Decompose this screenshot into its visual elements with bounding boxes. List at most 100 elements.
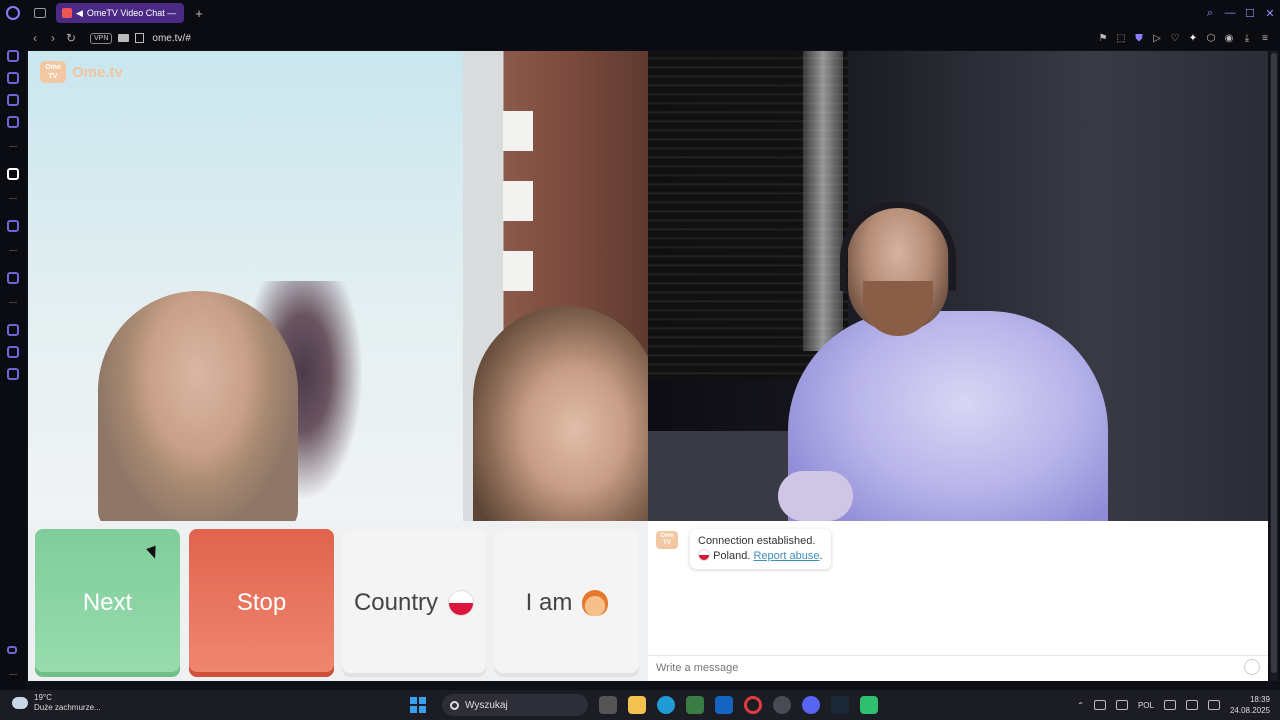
sidebar-divider [9, 198, 17, 199]
shield-icon[interactable]: ⛊ [1130, 33, 1148, 44]
minimize-icon[interactable]: — [1220, 7, 1240, 19]
clock[interactable]: 18:39 24.08.2025 [1230, 694, 1270, 716]
speaker-icon[interactable]: ◀ [76, 8, 83, 19]
message-input[interactable] [648, 655, 1268, 679]
browser-tab-bar: ◀ OmeTV Video Chat — + ⌕ — ☐ ✕ [0, 0, 1280, 26]
chat-panel: Ome TV Connection established. Poland. R… [648, 521, 1268, 681]
address-bar: ‹ › ↻ VPN ome.tv/# ⚑ ⬚ ⛊ ▷ ♡ ✦ ⬡ ◉ ⤓ ≡ [26, 26, 1280, 50]
window-controls: ⌕ — ☐ ✕ [1200, 0, 1280, 26]
time: 18:39 [1249, 695, 1270, 704]
display-icon[interactable] [1163, 700, 1176, 710]
chatgpt-icon[interactable] [773, 696, 791, 714]
windows-start-icon[interactable] [410, 697, 426, 713]
store-icon[interactable] [686, 696, 704, 714]
snapshot-icon[interactable]: ⬚ [1112, 33, 1130, 44]
task-view-icon[interactable] [599, 696, 617, 714]
easy-setup-icon[interactable]: ≡ [1256, 33, 1274, 44]
tv-logo-icon: Ome TV [40, 61, 66, 83]
back-icon[interactable]: ‹ [26, 31, 44, 45]
messenger-icon[interactable] [7, 116, 19, 128]
gender-button[interactable]: I am [495, 529, 639, 677]
headset-icon [840, 201, 956, 291]
tray-app-icon[interactable] [1093, 700, 1106, 710]
logo-text: Ome.tv [72, 63, 123, 81]
aria-icon[interactable] [7, 50, 19, 62]
poland-flag-icon [448, 590, 475, 616]
history-icon[interactable] [7, 324, 19, 336]
weather-widget[interactable]: 19°C Duże zachmurze... [12, 693, 101, 713]
iam-label: I am [525, 589, 573, 616]
url-field[interactable]: ome.tv/# [152, 33, 190, 44]
stop-label: Stop [236, 589, 287, 616]
page-info-icon[interactable] [135, 33, 145, 43]
file-explorer-icon[interactable] [628, 696, 646, 714]
steam-icon[interactable] [831, 696, 849, 714]
vpn-app-icon[interactable] [860, 696, 878, 714]
system-message: Connection established. Poland. Report a… [690, 529, 831, 569]
tab-overview-icon[interactable] [34, 8, 46, 18]
battery-icon[interactable] [1207, 700, 1220, 710]
next-button[interactable]: Next [35, 529, 180, 677]
country-button[interactable]: Country [342, 529, 486, 677]
boy-emoji-icon [582, 590, 609, 616]
chat-controls: Next Stop Country I am [28, 521, 648, 681]
twitch-icon[interactable] [7, 220, 19, 232]
new-tab-button[interactable]: + [192, 6, 206, 21]
volume-icon[interactable] [1185, 700, 1198, 710]
remote-video [648, 51, 1268, 521]
search-tabs-icon[interactable]: ⌕ [1200, 7, 1220, 20]
edge-icon[interactable] [657, 696, 675, 714]
cloud-icon [12, 697, 28, 709]
camera-icon[interactable] [118, 34, 130, 42]
chevron-up-icon[interactable]: ⌃ [1077, 701, 1084, 710]
gx-icon[interactable] [7, 646, 17, 654]
country-line: Poland. Report abuse. [698, 549, 823, 564]
profile-icon[interactable]: ◉ [1220, 33, 1238, 44]
extensions-sidebar-icon[interactable] [7, 346, 19, 358]
bookmark-icon[interactable]: ⚑ [1094, 33, 1112, 44]
maximize-icon[interactable]: ☐ [1240, 7, 1260, 20]
date: 24.08.2025 [1229, 706, 1270, 715]
discord-icon[interactable] [802, 696, 820, 714]
search-placeholder: Wyszukaj [465, 699, 508, 711]
opera-sidebar [0, 26, 26, 690]
report-abuse-link[interactable]: Report abuse [753, 550, 819, 562]
person-right [473, 306, 648, 521]
next-label: Next [82, 589, 133, 616]
microphone-icon[interactable] [1115, 700, 1128, 710]
settings-icon[interactable] [7, 368, 19, 380]
tab-ometv[interactable]: ◀ OmeTV Video Chat — [56, 3, 184, 23]
reload-icon[interactable]: ↻ [62, 31, 80, 45]
taskbar-search[interactable]: Wyszukaj [442, 694, 588, 716]
close-icon[interactable]: ✕ [1260, 7, 1280, 20]
headphones-on-desk [778, 471, 853, 521]
outlook-icon[interactable] [715, 696, 733, 714]
language-indicator[interactable]: POL [1138, 701, 1154, 710]
vk-icon[interactable] [7, 168, 19, 180]
taskbar-apps: Wyszukaj [410, 690, 878, 720]
crypto-wallet-icon[interactable] [7, 72, 19, 84]
heart-icon[interactable]: ♡ [1166, 33, 1184, 44]
building-window [503, 111, 533, 151]
instagram-icon[interactable] [7, 94, 19, 106]
extensions-icon[interactable]: ✦ [1184, 33, 1202, 44]
player-icon[interactable] [7, 272, 19, 284]
windows-taskbar: 19°C Duże zachmurze... Wyszukaj ⌃ POL 18… [0, 690, 1280, 720]
more-icon[interactable] [9, 674, 17, 675]
opera-gx-icon[interactable] [744, 696, 762, 714]
opera-menu-icon[interactable] [6, 6, 20, 20]
sidebar-divider [9, 250, 17, 251]
emoji-picker-icon[interactable] [1244, 659, 1260, 675]
poland-flag-small-icon [698, 549, 710, 561]
vpn-badge[interactable]: VPN [90, 32, 113, 44]
mouse-cursor-icon [146, 545, 160, 561]
puzzle-icon[interactable]: ⬡ [1202, 33, 1220, 44]
scrollbar-thumb[interactable] [1271, 53, 1277, 673]
country-name: Poland. [713, 550, 751, 562]
play-icon[interactable]: ▷ [1148, 33, 1166, 44]
forward-icon[interactable]: › [44, 31, 62, 45]
country-label: Country [353, 589, 439, 616]
stop-button[interactable]: Stop [189, 529, 334, 677]
search-icon [450, 700, 459, 710]
download-icon[interactable]: ⤓ [1238, 33, 1256, 44]
